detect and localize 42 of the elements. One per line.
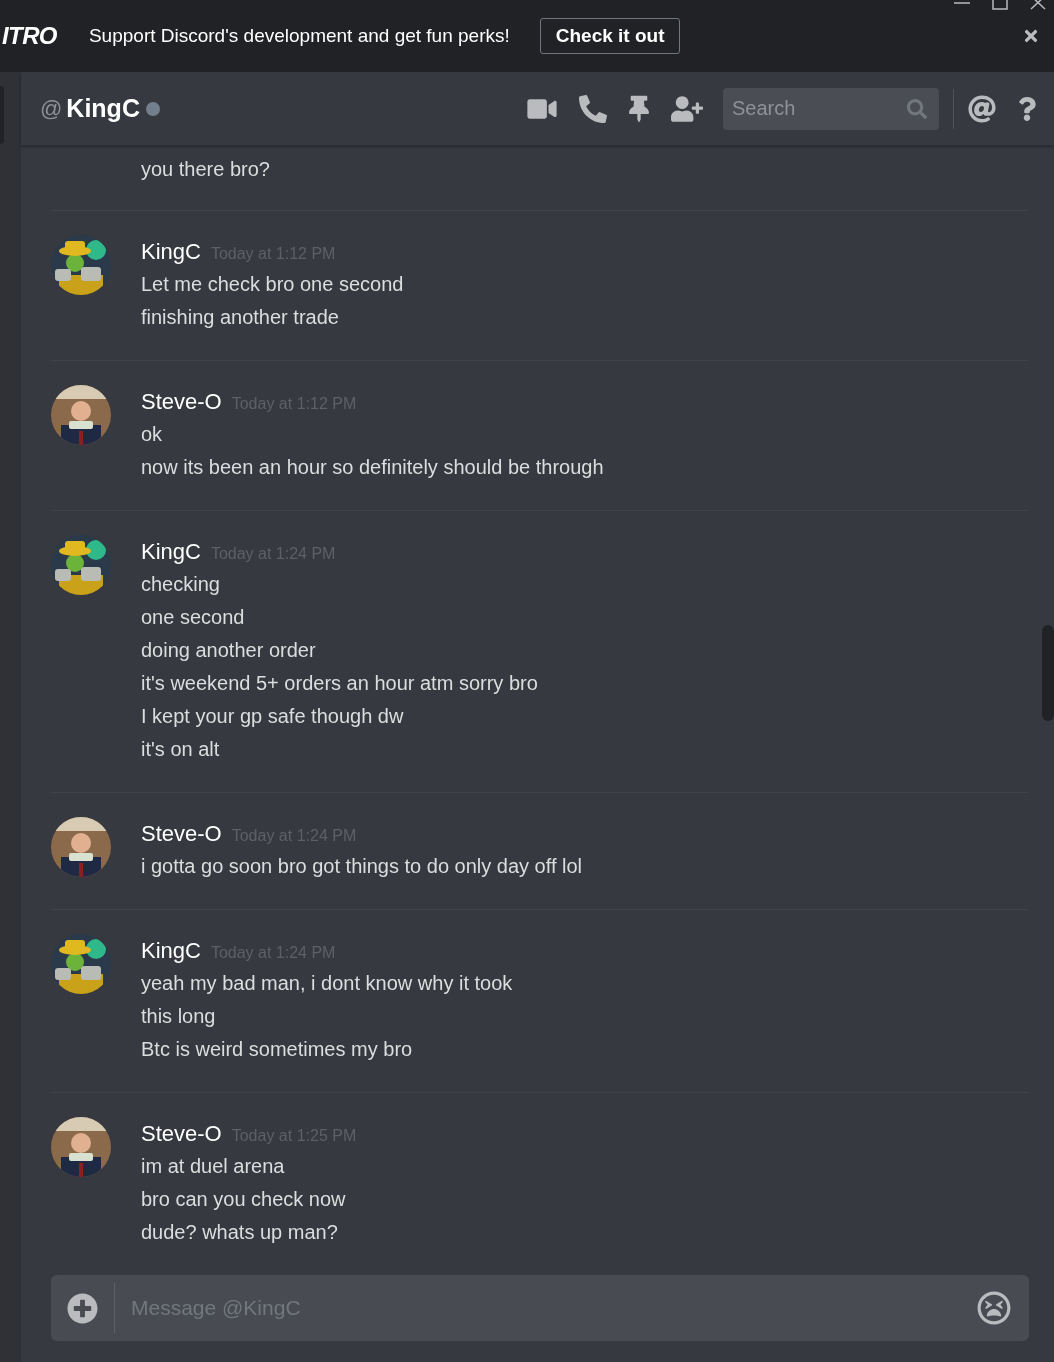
help-icon[interactable] xyxy=(1018,95,1036,122)
message-text: Btc is weird sometimes my bro xyxy=(141,1037,414,1062)
pin-icon[interactable] xyxy=(629,94,649,123)
username[interactable]: Steve-O xyxy=(141,1117,222,1150)
message-text: checking xyxy=(141,572,221,597)
at-symbol: @ xyxy=(40,95,63,123)
message-text: I kept your gp safe though dw xyxy=(141,704,405,729)
scrollbar-thumb[interactable] xyxy=(1042,625,1054,721)
search-icon xyxy=(907,98,927,119)
message-text: i gotta go soon bro got things to do only day off lol xyxy=(141,854,583,879)
add-user-icon[interactable] xyxy=(671,94,703,123)
close-icon[interactable] xyxy=(1030,0,1046,10)
add-attachment-icon[interactable] xyxy=(67,1292,98,1324)
mention-icon[interactable] xyxy=(968,94,996,123)
banner-text: Support Discord's development and get fun perks! xyxy=(88,23,510,48)
maximize-icon[interactable] xyxy=(992,0,1008,10)
username[interactable]: Steve-O xyxy=(141,817,222,850)
username[interactable]: Steve-O xyxy=(141,385,222,418)
channel-name: KingC xyxy=(66,92,140,124)
message-text: Let me check bro one second xyxy=(141,272,404,297)
search-field[interactable]: Search xyxy=(723,87,939,130)
nitro-logo: ITRO xyxy=(2,21,58,51)
emoji-icon[interactable] xyxy=(977,1291,1011,1325)
username[interactable]: KingC xyxy=(141,934,201,967)
message-text: you there bro? xyxy=(141,157,271,182)
message-text: one second xyxy=(141,605,246,630)
message-text: it's weekend 5+ orders an hour atm sorry bro xyxy=(141,671,538,696)
close-icon[interactable] xyxy=(1022,27,1040,45)
message-text: this long xyxy=(141,1004,217,1029)
message-text: now its been an hour so definitely should be through xyxy=(141,455,604,480)
message-text: finishing another trade xyxy=(141,305,340,330)
username[interactable]: KingC xyxy=(141,235,201,268)
message-text: im at duel arena xyxy=(141,1154,286,1179)
message-text: it's on alt xyxy=(141,737,221,762)
message-text: doing another order xyxy=(141,638,317,663)
check-it-out-button[interactable]: Check it out xyxy=(539,18,681,54)
phone-icon[interactable] xyxy=(579,94,607,123)
message-text: ok xyxy=(141,422,164,447)
username[interactable]: KingC xyxy=(141,535,201,568)
message-text: bro can you check now xyxy=(141,1187,347,1212)
message-text: dude? whats up man? xyxy=(141,1220,339,1245)
message-text: yeah my bad man, i dont know why it took xyxy=(141,971,513,996)
